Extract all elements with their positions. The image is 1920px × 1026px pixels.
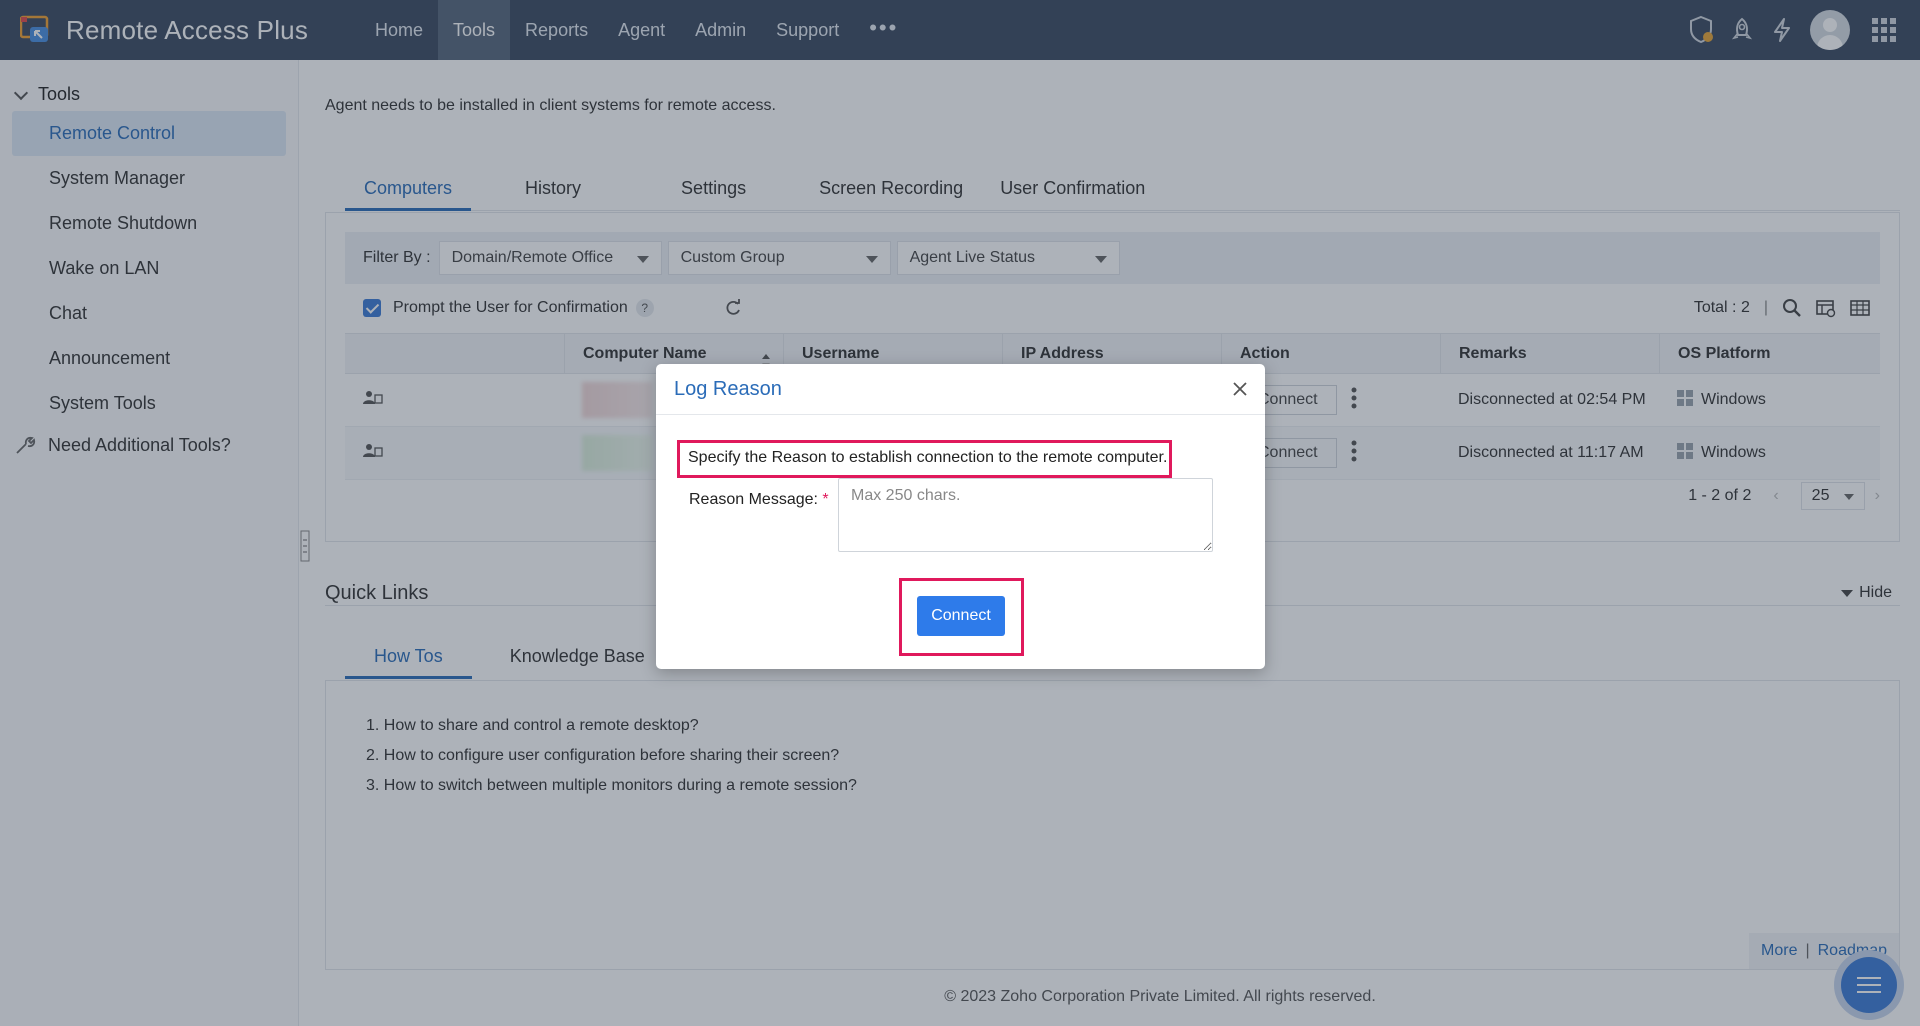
reason-label-text: Reason Message: [689,491,818,508]
dialog-header: Log Reason [656,364,1265,415]
reason-message-input[interactable] [838,478,1213,552]
dialog-instruction: Specify the Reason to establish connecti… [688,449,1168,466]
required-indicator: * [822,491,829,508]
reason-message-label: Reason Message: * [689,491,829,509]
close-icon[interactable] [1231,380,1249,398]
log-reason-dialog: Log Reason Specify the Reason to establi… [656,364,1265,669]
dialog-title: Log Reason [674,378,782,400]
connect-button[interactable]: Connect [917,596,1005,636]
